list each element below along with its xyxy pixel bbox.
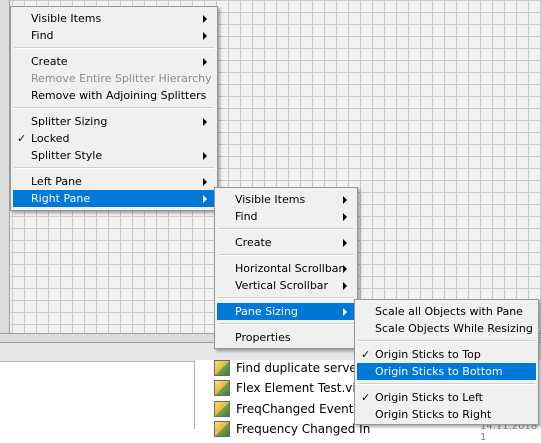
checkmark-icon: ✓ — [361, 391, 371, 404]
submenu-arrow-icon — [203, 118, 207, 126]
submenu-arrow-icon — [343, 213, 347, 221]
menu-item-find[interactable]: Find — [217, 208, 355, 225]
menu-item-label: Vertical Scrollbar — [235, 279, 329, 292]
menu-item-label: Right Pane — [31, 192, 91, 205]
file-name: Frequency Changed In — [236, 422, 371, 436]
menu-item-label: Visible Items — [235, 193, 306, 206]
submenu-arrow-icon — [343, 196, 347, 204]
file-name: Flex Element Test.vi — [236, 381, 356, 395]
menu-item-origin-sticks-to-right[interactable]: Origin Sticks to Right — [357, 406, 536, 423]
menu-item-scale-objects-while-resizing[interactable]: Scale Objects While Resizing — [357, 320, 536, 337]
submenu-arrow-icon — [203, 195, 207, 203]
menu-item-splitter-sizing[interactable]: Splitter Sizing — [13, 113, 215, 130]
menu-item-right-pane[interactable]: Right Pane — [13, 190, 215, 207]
menu-item-label: Find — [31, 29, 54, 42]
menu-item-label: Origin Sticks to Top — [375, 348, 481, 361]
menu-item-horizontal-scrollbar[interactable]: Horizontal Scrollbar — [217, 260, 355, 277]
menu-item-label: Pane Sizing — [235, 305, 298, 318]
menu-separator — [14, 107, 214, 109]
menu-item-create[interactable]: Create — [13, 53, 215, 70]
list-item[interactable]: Frequency Changed In — [214, 420, 370, 438]
list-item[interactable]: FreqChanged Event Ca — [214, 400, 373, 418]
menu-item-properties[interactable]: Properties — [217, 329, 355, 346]
menu-separator — [218, 254, 354, 256]
splitter-context-menu: Visible Items Find Create Remove Entire … — [10, 6, 218, 211]
menu-item-label: Origin Sticks to Bottom — [375, 365, 503, 378]
menu-item-remove-with-adjoining-splitters[interactable]: Remove with Adjoining Splitters — [13, 87, 215, 104]
menu-item-visible-items[interactable]: Visible Items — [217, 191, 355, 208]
menu-item-label: Splitter Sizing — [31, 115, 108, 128]
menu-item-label: Origin Sticks to Left — [375, 391, 483, 404]
submenu-arrow-icon — [343, 282, 347, 290]
vi-file-icon — [214, 380, 230, 396]
menu-item-label: Left Pane — [31, 175, 82, 188]
menu-item-origin-sticks-to-top[interactable]: ✓ Origin Sticks to Top — [357, 346, 536, 363]
file-name: FreqChanged Event Ca — [236, 402, 373, 416]
menu-item-origin-sticks-to-bottom[interactable]: Origin Sticks to Bottom — [357, 363, 536, 380]
menu-item-label: Properties — [235, 331, 291, 344]
vi-file-icon — [214, 401, 230, 417]
submenu-arrow-icon — [203, 178, 207, 186]
menu-item-scale-all-objects[interactable]: Scale all Objects with Pane — [357, 303, 536, 320]
menu-item-find[interactable]: Find — [13, 27, 215, 44]
menu-separator — [218, 297, 354, 299]
submenu-arrow-icon — [343, 265, 347, 273]
vi-file-icon — [214, 421, 230, 437]
menu-item-label: Create — [31, 55, 68, 68]
menu-item-label-prefix: Remove with — [31, 89, 106, 102]
pane-sizing-submenu: Scale all Objects with Pane Scale Object… — [354, 299, 539, 425]
menu-item-locked[interactable]: ✓ Locked — [13, 130, 215, 147]
menu-item-remove-entire-splitter-hierarchy: Remove Entire Splitter Hierarchy — [13, 70, 215, 87]
menu-item-create[interactable]: Create — [217, 234, 355, 251]
checkmark-icon: ✓ — [361, 348, 371, 361]
menu-item-splitter-style[interactable]: Splitter Style — [13, 147, 215, 164]
menu-item-label: Adjoining Splitters — [105, 89, 207, 102]
submenu-arrow-icon — [203, 32, 207, 40]
menu-item-label: Find — [235, 210, 258, 223]
menu-item-pane-sizing[interactable]: Pane Sizing — [217, 303, 355, 320]
menu-item-label: Remove Entire Splitter Hierarchy — [31, 72, 212, 85]
menu-separator — [358, 340, 535, 342]
menu-item-origin-sticks-to-left[interactable]: ✓ Origin Sticks to Left — [357, 389, 536, 406]
menu-item-left-pane[interactable]: Left Pane — [13, 173, 215, 190]
menu-separator — [14, 167, 214, 169]
submenu-arrow-icon — [203, 15, 207, 23]
menu-separator — [218, 323, 354, 325]
menu-item-label: Splitter Style — [31, 149, 103, 162]
submenu-arrow-icon — [343, 239, 347, 247]
menu-item-label: Origin Sticks to Right — [375, 408, 492, 421]
menu-item-label: Create — [235, 236, 272, 249]
menu-item-label: Scale Objects While Resizing — [375, 322, 533, 335]
submenu-arrow-icon — [343, 308, 347, 316]
menu-item-visible-items[interactable]: Visible Items — [13, 10, 215, 27]
menu-item-label: Horizontal Scrollbar — [235, 262, 344, 275]
submenu-arrow-icon — [203, 58, 207, 66]
left-splitter-bar[interactable] — [0, 0, 10, 341]
list-item[interactable]: Find duplicate server.vi — [214, 359, 375, 377]
submenu-arrow-icon — [203, 152, 207, 160]
right-pane-submenu: Visible Items Find Create Horizontal Scr… — [214, 187, 358, 349]
vi-file-icon — [214, 360, 230, 376]
menu-item-label: Visible Items — [31, 12, 102, 25]
menu-item-label: Locked — [31, 132, 70, 145]
menu-item-label: Scale all Objects with Pane — [375, 305, 523, 318]
menu-separator — [14, 47, 214, 49]
menu-separator — [218, 228, 354, 230]
menu-item-vertical-scrollbar[interactable]: Vertical Scrollbar — [217, 277, 355, 294]
menu-separator — [358, 383, 535, 385]
checkmark-icon: ✓ — [17, 132, 27, 145]
list-item[interactable]: Flex Element Test.vi — [214, 379, 356, 397]
